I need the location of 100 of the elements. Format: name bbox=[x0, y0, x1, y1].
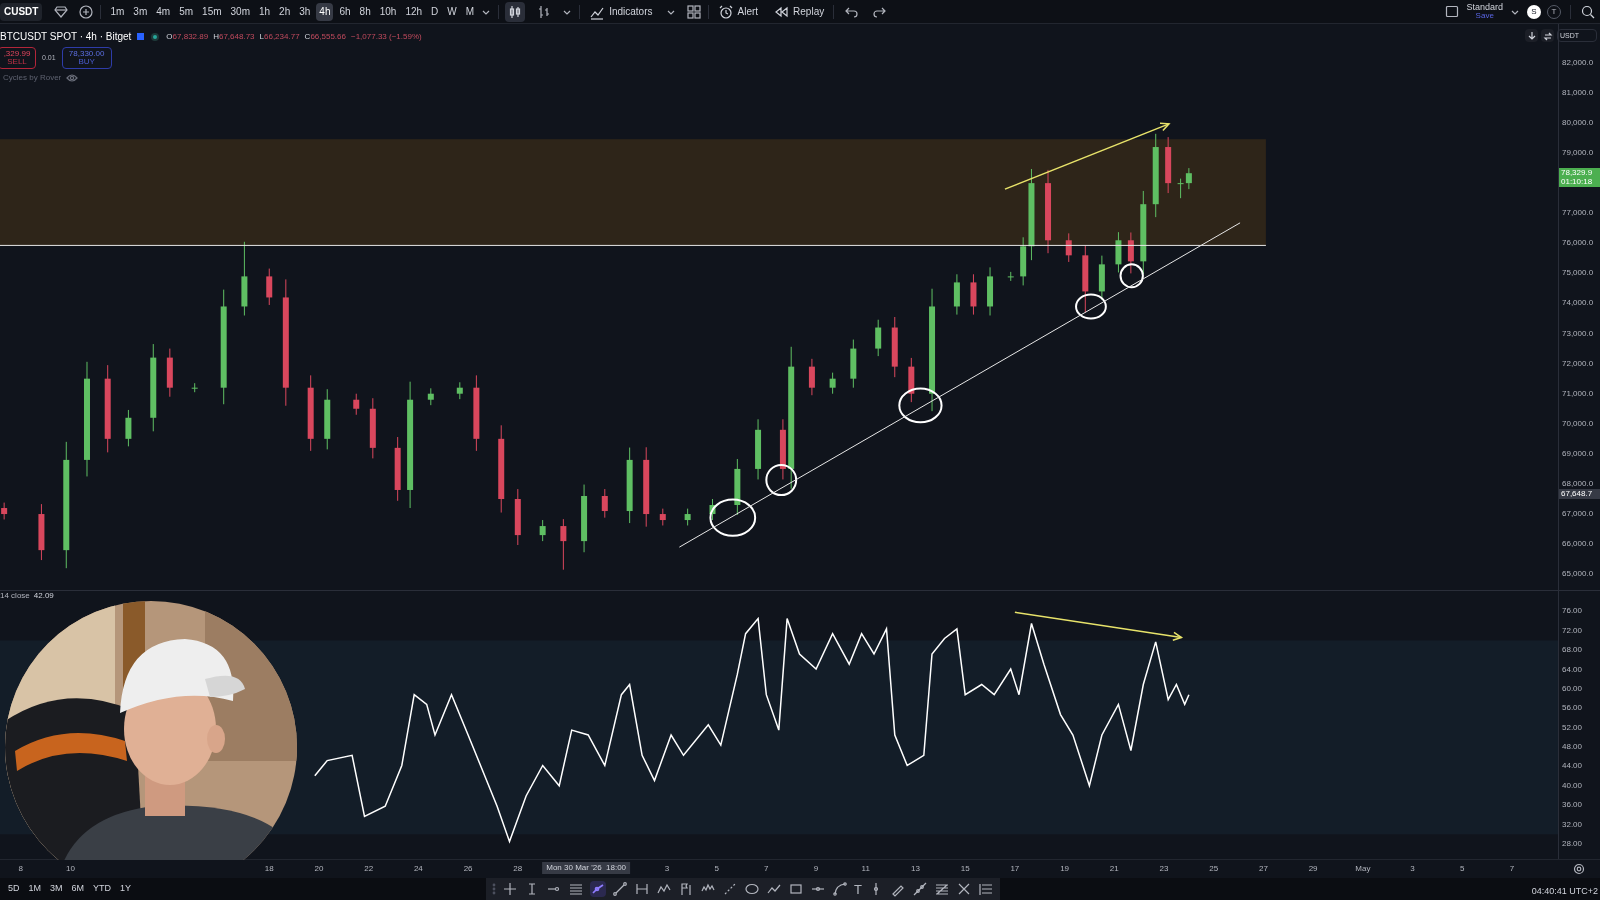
indicator-label: 14 close bbox=[0, 592, 30, 600]
symbol-button[interactable]: CUSDT bbox=[0, 2, 43, 21]
candlestick bbox=[829, 372, 836, 395]
sell-button[interactable]: ,329.99 SELL bbox=[0, 47, 36, 69]
candlestick bbox=[1007, 271, 1014, 282]
candlestick bbox=[891, 316, 898, 378]
list-icon[interactable] bbox=[977, 881, 994, 897]
interval-button[interactable]: 4m bbox=[153, 2, 174, 21]
line-icon[interactable] bbox=[911, 881, 928, 897]
search-icon[interactable] bbox=[1580, 3, 1596, 20]
interval-button[interactable]: M bbox=[462, 2, 478, 21]
axis-label: 77,000.0 bbox=[1562, 209, 1594, 218]
axis-label: 13 bbox=[911, 865, 920, 874]
interval-button[interactable]: 3m bbox=[130, 2, 151, 21]
text-tool-button[interactable]: T bbox=[854, 882, 862, 896]
candlestick bbox=[1115, 231, 1122, 273]
refresh-icon bbox=[1542, 30, 1553, 41]
interval-button[interactable]: D bbox=[428, 2, 442, 21]
add-icon[interactable] bbox=[78, 3, 95, 20]
axis-label: 8 bbox=[18, 865, 23, 874]
range-button[interactable]: 3M bbox=[50, 882, 63, 896]
lines-icon[interactable] bbox=[568, 881, 584, 897]
interval-button[interactable]: 2h bbox=[276, 2, 294, 21]
axis-label: 74,000.0 bbox=[1562, 299, 1594, 308]
interval-button[interactable]: 30m bbox=[227, 2, 253, 21]
axis-label: 68,000.0 bbox=[1562, 479, 1594, 488]
price-label: 78,329.9 bbox=[1561, 169, 1594, 177]
candlestick bbox=[166, 348, 173, 398]
ohlc-value: 66,555.66 bbox=[310, 30, 346, 43]
candlestick bbox=[353, 393, 360, 416]
interval-button[interactable]: 4h bbox=[316, 2, 334, 21]
curve-icon[interactable] bbox=[832, 881, 848, 897]
indicators-button[interactable]: Indicators bbox=[586, 2, 656, 21]
diamond-icon[interactable] bbox=[53, 3, 70, 20]
ohlc-value: 67,648.73 bbox=[218, 30, 255, 43]
circle-marker bbox=[898, 387, 943, 424]
square-icon[interactable] bbox=[1444, 3, 1461, 20]
axis-label: 73,000.0 bbox=[1562, 329, 1594, 338]
ohlc-value: 66,234.77 bbox=[264, 30, 300, 43]
rectangle-icon[interactable] bbox=[788, 881, 804, 897]
candlestick bbox=[191, 382, 198, 393]
grip-icon bbox=[492, 882, 496, 896]
replay-button[interactable]: Replay bbox=[770, 2, 828, 21]
price-change: −1,077.33 (−1.59%) bbox=[350, 30, 422, 43]
interval-button[interactable]: 3h bbox=[296, 2, 314, 21]
interval-button[interactable]: 8h bbox=[356, 2, 374, 21]
range-button[interactable]: 6M bbox=[71, 882, 85, 896]
interval-button[interactable]: 10h bbox=[376, 2, 400, 21]
range-button[interactable]: 1Y bbox=[120, 882, 132, 896]
axis-label: 81,000.0 bbox=[1562, 88, 1594, 97]
settings-icon[interactable] bbox=[1573, 863, 1585, 876]
alarm-clock-icon bbox=[717, 3, 734, 20]
axis-label: 40.00 bbox=[1562, 781, 1583, 790]
price-label: 67,648.7 bbox=[1561, 490, 1594, 498]
circle-marker bbox=[1075, 293, 1107, 320]
candles-button[interactable] bbox=[505, 1, 526, 22]
flag-icon[interactable] bbox=[678, 881, 694, 897]
interval-button[interactable]: 1m bbox=[107, 2, 128, 21]
angle-icon[interactable] bbox=[590, 881, 606, 897]
axis-label: 72.00 bbox=[1562, 626, 1583, 635]
axis-label: 3 bbox=[1410, 865, 1415, 874]
axis-label: 20 bbox=[314, 865, 324, 874]
fib-icon[interactable] bbox=[933, 881, 950, 897]
range-button[interactable]: 5D bbox=[8, 882, 20, 896]
range-button[interactable]: YTD bbox=[93, 882, 112, 896]
scroll-down-button[interactable] bbox=[1525, 29, 1538, 42]
buy-button[interactable]: 78,330.00 BUY bbox=[61, 47, 112, 69]
interval-button[interactable]: 15m bbox=[199, 2, 225, 21]
axis-label: 76.00 bbox=[1562, 607, 1583, 616]
avatar[interactable]: S bbox=[1527, 4, 1541, 19]
ohlc-key: C bbox=[304, 30, 311, 43]
candlestick bbox=[38, 503, 45, 561]
axis-label: May bbox=[1355, 865, 1371, 874]
axis-label: 68.00 bbox=[1562, 646, 1583, 655]
alert-button[interactable]: Alert bbox=[714, 2, 762, 21]
axis-label: 28 bbox=[513, 865, 523, 874]
refresh-button[interactable] bbox=[1541, 29, 1554, 42]
interval-button[interactable]: W bbox=[444, 2, 460, 21]
ellipse-icon[interactable] bbox=[744, 881, 760, 897]
interval-button[interactable]: 12h bbox=[402, 2, 426, 21]
flag-icon bbox=[137, 33, 145, 40]
layout-button[interactable]: Standard Save bbox=[1466, 3, 1503, 20]
interval-button[interactable]: 6h bbox=[336, 2, 354, 21]
axis-label: 23 bbox=[1159, 865, 1169, 874]
axis-label: 22 bbox=[364, 865, 374, 874]
line-icon[interactable] bbox=[612, 881, 628, 897]
axis-label: 71,000.0 bbox=[1562, 389, 1594, 398]
dotted-line-icon[interactable] bbox=[722, 881, 738, 897]
layout-icon[interactable] bbox=[685, 3, 702, 20]
axis-label: 21 bbox=[1109, 865, 1119, 874]
interval-button[interactable]: 5m bbox=[176, 2, 197, 21]
range-button[interactable]: 1M bbox=[28, 882, 42, 896]
ohlc-key: L bbox=[259, 30, 264, 43]
candlestick bbox=[755, 418, 762, 480]
axis-label: 26 bbox=[463, 865, 473, 874]
interval-button[interactable]: 1h bbox=[256, 2, 274, 21]
eye-icon[interactable] bbox=[66, 72, 79, 84]
measure-icon[interactable] bbox=[634, 881, 650, 897]
candlestick bbox=[125, 409, 132, 447]
crosshair-icon[interactable] bbox=[502, 881, 518, 897]
